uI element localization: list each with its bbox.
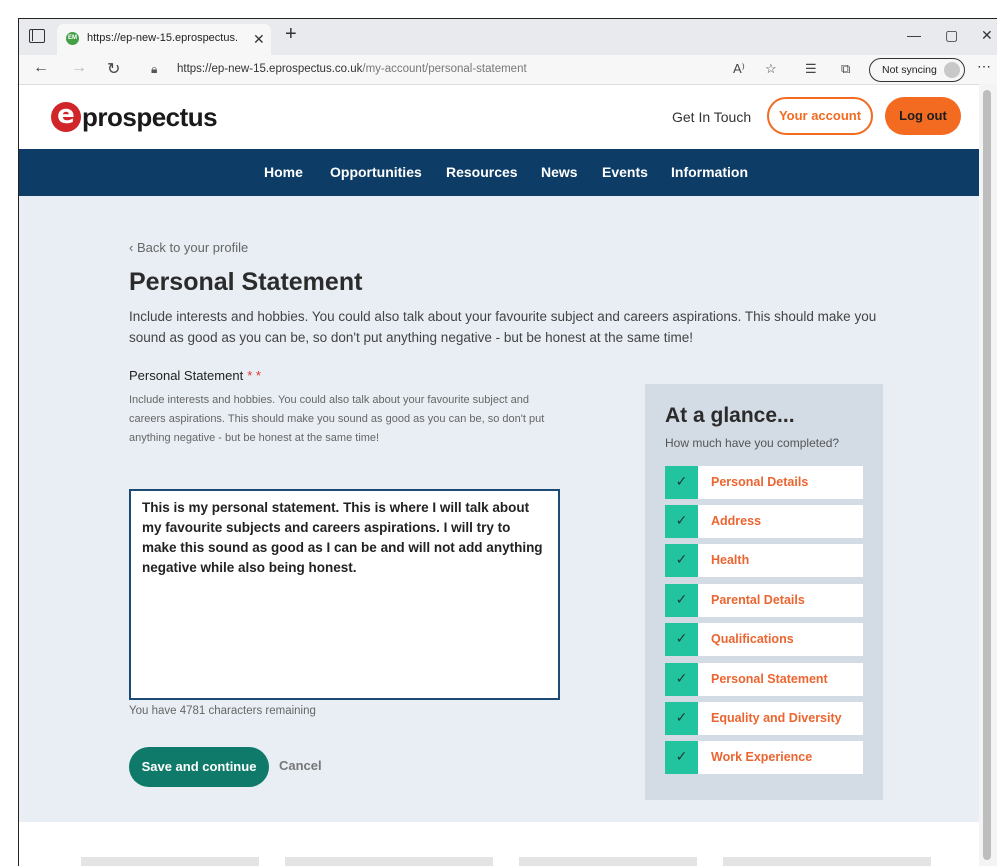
progress-item[interactable]: ✓ Address (665, 505, 863, 538)
characters-remaining: You have 4781 characters remaining (129, 705, 316, 717)
progress-item-label: Personal Details (711, 475, 809, 489)
tab-bar: EM https://ep-new-15.eprospectus.c ✕ + —… (19, 19, 997, 55)
cancel-button[interactable]: Cancel (279, 758, 322, 773)
glance-subtitle: How much have you completed? (665, 436, 840, 450)
progress-item-label: Work Experience (711, 750, 813, 764)
sidebar-toggle-icon[interactable] (29, 29, 45, 43)
nav-opportunities[interactable]: Opportunities (330, 164, 422, 180)
your-account-button[interactable]: Your account (767, 97, 873, 135)
check-icon: ✓ (665, 702, 698, 735)
statement-field-label: Personal Statement * * (129, 368, 261, 383)
check-icon: ✓ (665, 584, 698, 617)
refresh-icon[interactable]: ↻ (107, 59, 120, 79)
check-icon: ✓ (665, 663, 698, 696)
eprospectus-logo[interactable]: e prospectus (51, 99, 218, 135)
new-tab-icon[interactable]: + (285, 23, 297, 46)
browser-window: EM https://ep-new-15.eprospectus.c ✕ + —… (18, 18, 997, 866)
progress-item[interactable]: ✓ Parental Details (665, 584, 863, 617)
main-navigation: Home Opportunities Resources News Events… (19, 149, 997, 196)
check-icon: ✓ (665, 623, 698, 656)
profile-sync-button[interactable]: Not syncing (869, 58, 965, 82)
minimize-icon[interactable]: — (907, 27, 921, 43)
site-header: e prospectus Get In Touch Your account L… (19, 85, 997, 149)
close-tab-icon[interactable]: ✕ (253, 31, 265, 48)
footer-placeholder (723, 857, 931, 866)
page-intro: Include interests and hobbies. You could… (129, 309, 877, 345)
url-host: https://ep-new-15.eprospectus.co.uk (177, 63, 363, 75)
url-path: /my-account/personal-statement (362, 63, 527, 75)
read-aloud-icon[interactable]: A⁾ (733, 61, 745, 77)
progress-item-label: Health (711, 553, 750, 567)
progress-item[interactable]: ✓ Equality and Diversity (665, 702, 863, 735)
log-out-button[interactable]: Log out (885, 97, 961, 135)
close-window-icon[interactable]: ✕ (981, 27, 993, 44)
nav-news[interactable]: News (541, 164, 578, 180)
statement-help-text: Include interests and hobbies. You could… (129, 394, 545, 444)
profile-avatar-icon (944, 62, 960, 78)
address-bar: ← → ↻ 🔒︎ https://ep-new-15.eprospectus.c… (19, 55, 997, 85)
glance-title: At a glance... (665, 404, 795, 427)
progress-item-label: Qualifications (711, 632, 794, 646)
scrollbar-thumb[interactable] (983, 90, 991, 860)
progress-item-label: Address (711, 514, 762, 528)
save-and-continue-button[interactable]: Save and continue (129, 747, 269, 787)
nav-events[interactable]: Events (602, 164, 648, 180)
progress-item[interactable]: ✓ Work Experience (665, 741, 863, 774)
progress-item-label: Parental Details (711, 593, 805, 607)
more-options-icon[interactable]: ⋯ (977, 58, 991, 75)
progress-item[interactable]: ✓ Health (665, 544, 863, 577)
nav-home[interactable]: Home (264, 164, 303, 180)
site-favicon-icon: EM (66, 32, 79, 45)
back-arrow-icon[interactable]: ← (33, 59, 49, 77)
collections-icon[interactable]: ⧉ (841, 61, 850, 77)
nav-information[interactable]: Information (671, 164, 748, 180)
check-icon: ✓ (665, 466, 698, 499)
statement-label-text: Personal Statement (129, 368, 244, 383)
page-title: Personal Statement (129, 268, 363, 296)
url-field[interactable]: 🔒︎ https://ep-new-15.eprospectus.co.uk/m… (147, 58, 617, 82)
check-icon: ✓ (665, 741, 698, 774)
nav-resources[interactable]: Resources (446, 164, 518, 180)
progress-item[interactable]: ✓ Qualifications (665, 623, 863, 656)
page-scrollbar[interactable] (979, 84, 997, 866)
favorites-list-icon[interactable]: ☰ (805, 61, 817, 77)
progress-item[interactable]: ✓ Personal Statement (665, 663, 863, 696)
progress-item[interactable]: ✓ Personal Details (665, 466, 863, 499)
check-icon: ✓ (665, 505, 698, 538)
get-in-touch-link[interactable]: Get In Touch (672, 109, 751, 125)
back-to-profile-link[interactable]: ‹ Back to your profile (129, 240, 248, 255)
footer-area (19, 822, 997, 866)
logo-text: prospectus (82, 101, 218, 132)
logo-mark: e (51, 102, 81, 132)
progress-item-label: Personal Statement (711, 672, 828, 686)
required-mark: * * (247, 368, 261, 383)
maximize-icon[interactable]: ▢ (945, 27, 958, 44)
lock-icon: 🔒︎ (151, 62, 158, 76)
footer-placeholder (81, 857, 259, 866)
at-a-glance-panel: At a glance... How much have you complet… (645, 384, 883, 800)
page-content: ‹ Back to your profile Personal Statemen… (19, 196, 997, 822)
forward-arrow-icon[interactable]: → (71, 59, 87, 77)
progress-item-label: Equality and Diversity (711, 711, 842, 725)
browser-tab[interactable]: EM https://ep-new-15.eprospectus.c ✕ (57, 24, 271, 55)
personal-statement-textarea[interactable]: This is my personal statement. This is w… (129, 489, 560, 700)
sync-label: Not syncing (882, 64, 937, 76)
favorite-star-icon[interactable]: ☆ (765, 61, 777, 77)
check-icon: ✓ (665, 544, 698, 577)
tab-title: https://ep-new-15.eprospectus.c (87, 32, 237, 44)
footer-placeholder (519, 857, 697, 866)
footer-placeholder (285, 857, 493, 866)
